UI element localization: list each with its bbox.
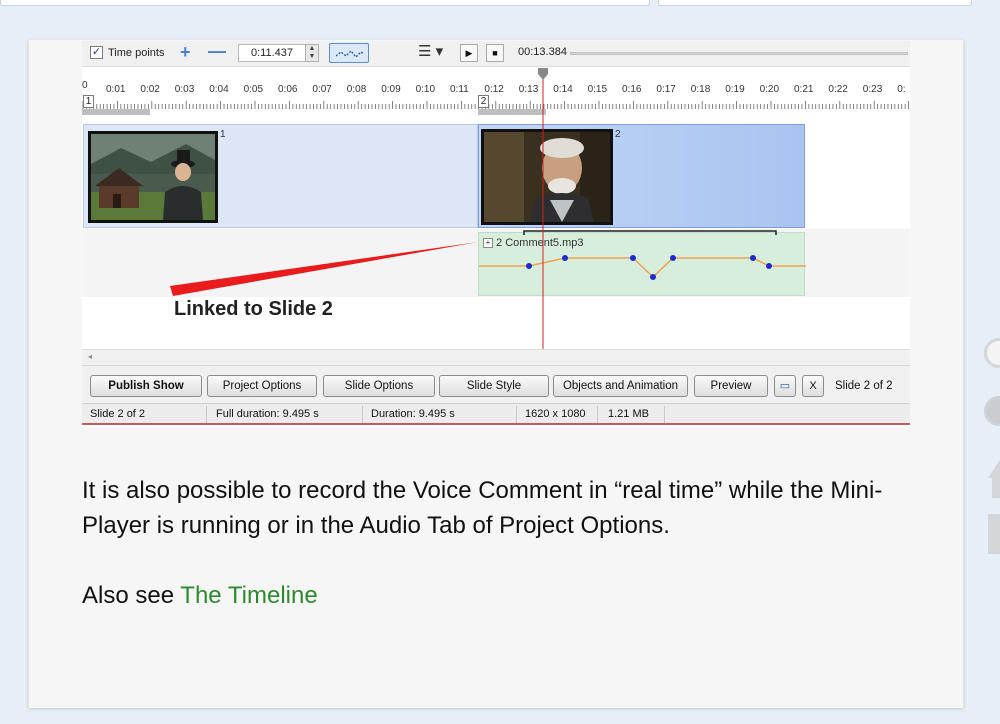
status-size: 1.21 MB bbox=[608, 408, 649, 420]
objects-and-animation-button[interactable]: Objects and Animation bbox=[553, 375, 688, 397]
status-separator bbox=[206, 406, 207, 423]
status-separator bbox=[664, 406, 665, 423]
status-separator bbox=[516, 406, 517, 423]
close-button[interactable]: X bbox=[802, 375, 824, 397]
publish-show-button[interactable]: Publish Show bbox=[90, 375, 202, 397]
arrow-up-stem bbox=[992, 476, 1000, 498]
status-full-duration: Full duration: 9.495 s bbox=[216, 408, 319, 420]
slide-count-label: Slide 2 of 2 bbox=[835, 380, 893, 392]
circle-icon[interactable] bbox=[984, 338, 1000, 368]
status-duration: Duration: 9.495 s bbox=[371, 408, 455, 420]
browser-search-field[interactable] bbox=[658, 0, 972, 6]
timeline-link[interactable]: The Timeline bbox=[180, 582, 317, 609]
status-slide: Slide 2 of 2 bbox=[90, 408, 146, 420]
status-resolution: 1620 x 1080 bbox=[525, 408, 586, 420]
also-see-prefix: Also see bbox=[82, 582, 181, 609]
playhead-handle[interactable] bbox=[538, 68, 548, 80]
article-paragraph: It is also possible to record the Voice … bbox=[82, 477, 883, 539]
clock-icon[interactable] bbox=[984, 396, 1000, 426]
project-options-button[interactable]: Project Options bbox=[207, 375, 317, 397]
status-separator bbox=[597, 406, 598, 423]
slide-options-button[interactable]: Slide Options bbox=[323, 375, 435, 397]
browser-top-bar bbox=[0, 0, 1000, 40]
main-button-bar: Publish Show Project Options Slide Optio… bbox=[82, 365, 910, 403]
edit-icon[interactable] bbox=[988, 514, 1000, 554]
also-see-line: Also see The Timeline bbox=[82, 582, 318, 610]
status-bar: Slide 2 of 2 Full duration: 9.495 s Dura… bbox=[82, 403, 910, 425]
app-screenshot: ✓ Time points + — 0:11.437 ▲ ▼ ☰ ▾ ▶ ■ 00… bbox=[82, 41, 910, 427]
address-field[interactable] bbox=[0, 0, 650, 6]
preview-button[interactable]: Preview bbox=[694, 375, 768, 397]
slide-style-button[interactable]: Slide Style bbox=[439, 375, 549, 397]
window-icon[interactable]: ▭ bbox=[774, 375, 796, 397]
horizontal-scrollbar[interactable]: ◂ bbox=[82, 349, 910, 365]
status-separator bbox=[362, 406, 363, 423]
